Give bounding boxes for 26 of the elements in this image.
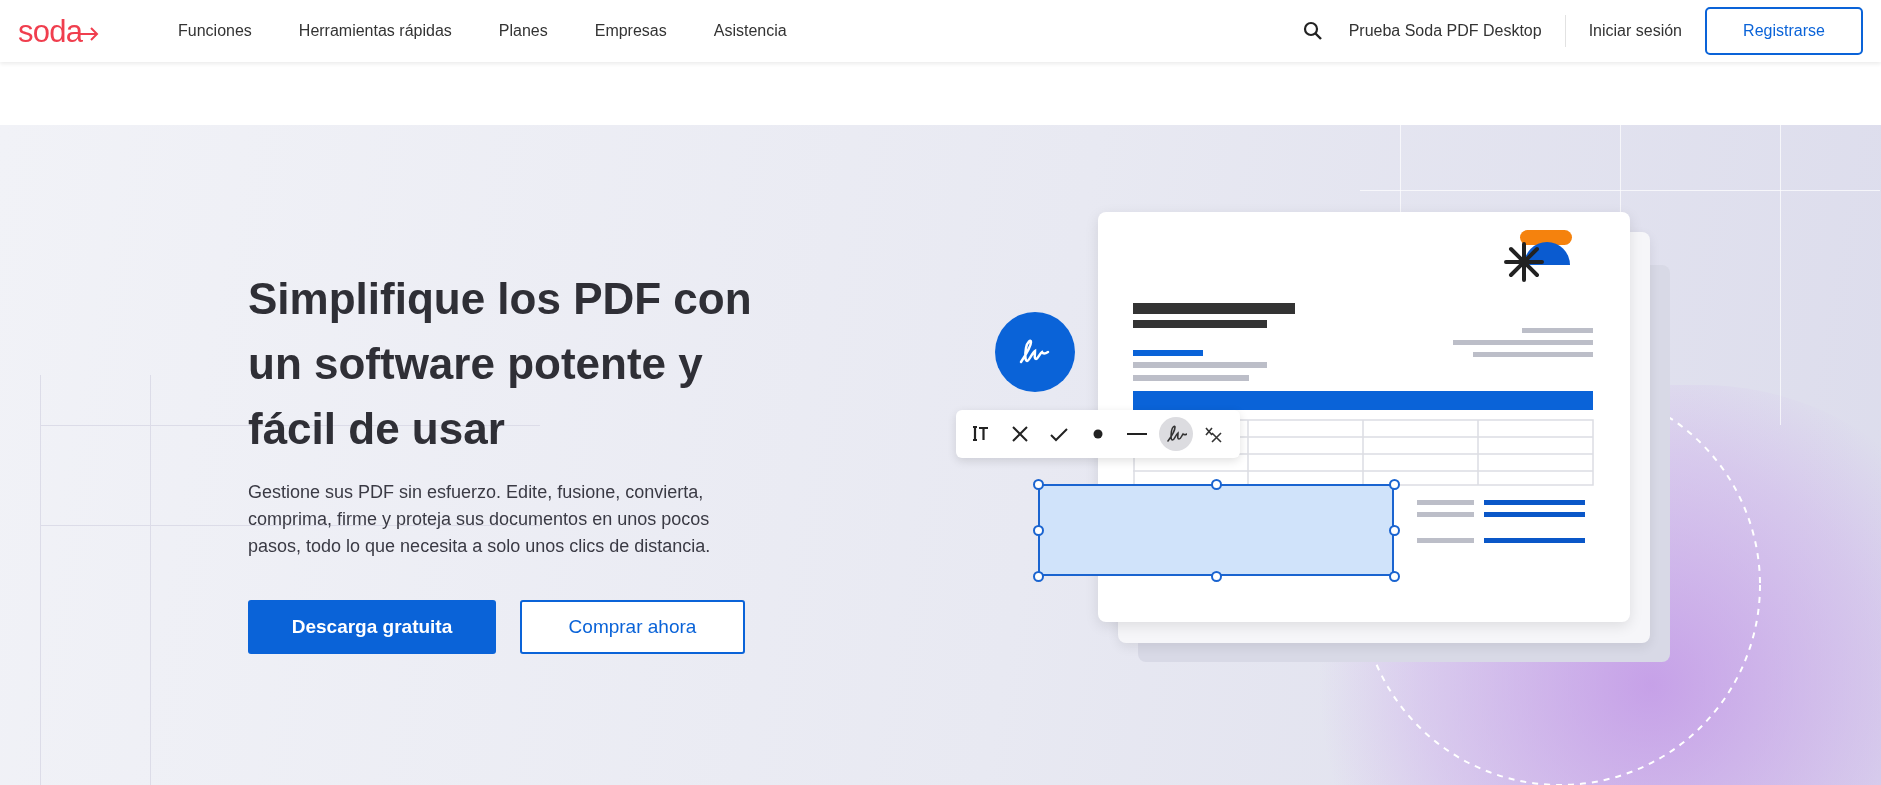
nav-link[interactable]: Funciones [178,19,252,43]
nav-link[interactable]: Empresas [594,19,667,43]
download-button[interactable]: Descarga gratuita [248,600,496,654]
resize-handle[interactable] [1211,479,1222,490]
hero-title: Simplifique los PDF con un software potente y fácil de usar [248,273,753,455]
resize-handle[interactable] [1033,571,1044,582]
resize-handle[interactable] [1389,479,1400,490]
resize-handle[interactable] [1211,571,1222,582]
line-icon [1125,433,1148,435]
search-icon[interactable] [1302,21,1323,41]
resize-handle[interactable] [1033,479,1044,490]
desktop-trial-link[interactable]: Prueba Soda PDF Desktop [1348,19,1542,43]
buy-button[interactable]: Comprar ahora [520,600,745,654]
hero-description: Gestione sus PDF sin esfuerzo. Edite, fusione, convierta, comprima, firme y proteja sus documentos en unos pocos pasos, todo lo que necesita a solo unos clics de distancia. [248,481,712,558]
signature-icon [1164,423,1187,445]
register-button[interactable]: Registrarse [1705,7,1863,55]
nav-link[interactable]: Herramientas rápidas [298,19,452,43]
resize-handle[interactable] [1033,525,1044,536]
nav-link[interactable]: Asistencia [713,19,787,43]
resize-handle[interactable] [1389,525,1400,536]
nav-link[interactable]: Planes [498,19,548,43]
resize-handle[interactable] [1389,571,1400,582]
logo-drawing [1504,230,1574,285]
tool-button[interactable] [1158,417,1193,451]
logo-text[interactable]: soda [18,15,83,47]
login-link[interactable]: Iniciar sesión [1588,19,1682,43]
